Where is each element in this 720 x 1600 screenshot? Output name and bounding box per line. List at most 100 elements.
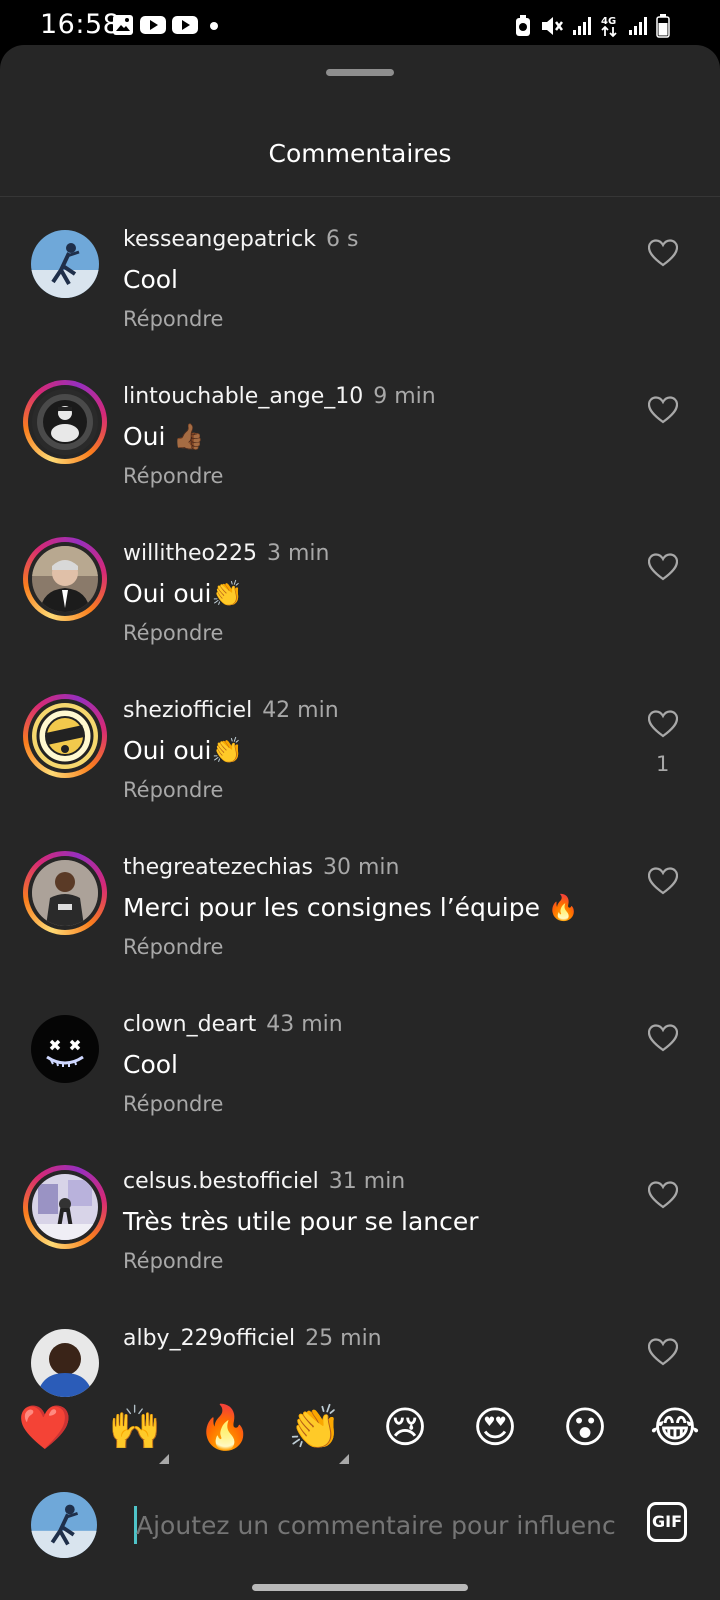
comment-time: 43 min [266, 1012, 343, 1037]
avatar [32, 546, 98, 612]
battery-saver-icon [516, 15, 530, 36]
avatar [32, 1174, 98, 1240]
emoji-surprised[interactable]: 😮 [557, 1400, 613, 1456]
comment-username[interactable]: kesseangepatrick 6 s [123, 227, 358, 252]
reply-button[interactable]: Répondre [123, 778, 223, 802]
reply-button[interactable]: Répondre [123, 621, 223, 645]
comment-username[interactable]: clown_deart 43 min [123, 1012, 343, 1037]
emoji-heart-eyes[interactable]: 😍 [467, 1400, 523, 1456]
username[interactable]: kesseangepatrick [123, 227, 316, 252]
avatar-story-ring[interactable] [23, 851, 107, 935]
sheet-title: Commentaires [268, 139, 452, 168]
svg-text:4G: 4G [601, 16, 616, 27]
comment-username[interactable]: willitheo225 3 min [123, 541, 329, 566]
comments-sheet: Commentaires kesseangepatrick 6 s Cool Ré… [0, 45, 720, 1600]
comment-composer: GIF [0, 1474, 720, 1574]
emoji-quick-bar: ❤️ 🙌 🔥 👏 😢 😍 😮 😂 [0, 1400, 720, 1464]
status-bar: 16:58 4G [0, 0, 720, 48]
emoji-glyph: 👏 [288, 1403, 342, 1453]
comment-time: 6 s [325, 227, 359, 252]
reply-button[interactable]: Répondre [123, 1092, 223, 1116]
avatar-story-ring[interactable] [23, 380, 107, 464]
skin-tone-indicator-icon [159, 1454, 169, 1464]
emoji-crying[interactable]: 😢 [377, 1400, 433, 1456]
comment-username[interactable]: lintouchable_ange_10 9 min [123, 384, 436, 409]
reply-button[interactable]: Répondre [123, 1249, 223, 1273]
heart-icon[interactable] [648, 1338, 678, 1366]
emoji-glyph: 🙌 [108, 1403, 162, 1453]
username[interactable]: willitheo225 [123, 541, 257, 566]
username[interactable]: thegreatezechias [123, 855, 313, 880]
system-icons: 4G [514, 14, 670, 38]
heart-icon[interactable] [648, 239, 678, 267]
comment-input[interactable] [136, 1502, 616, 1548]
4g-icon: 4G [601, 16, 617, 38]
avatar[interactable] [31, 1015, 99, 1083]
avatar[interactable] [31, 230, 99, 298]
reply-button[interactable]: Répondre [123, 464, 223, 488]
comment-username[interactable]: thegreatezechias 30 min [123, 855, 399, 880]
comment-text: Merci pour les consignes l’équipe 🔥 [123, 893, 580, 922]
reply-button[interactable]: Répondre [123, 307, 223, 331]
skin-tone-indicator-icon [339, 1454, 349, 1464]
comment-text: Cool [123, 265, 178, 294]
drag-handle[interactable] [326, 69, 394, 76]
comment-item: sheziofficiel 42 min Oui oui👏 Répondre 1 [0, 668, 720, 828]
avatar-story-ring[interactable] [23, 694, 107, 778]
username[interactable]: lintouchable_ange_10 [123, 384, 363, 409]
emoji-laughing[interactable]: 😂 [647, 1400, 703, 1456]
heart-icon[interactable] [648, 553, 678, 581]
comment-list[interactable]: kesseangepatrick 6 s Cool Répondre lintou… [0, 197, 720, 1425]
signal-icon [629, 17, 647, 35]
comment-item: clown_deart 43 min Cool Répondre [0, 982, 720, 1142]
avatar [32, 703, 98, 769]
heart-icon[interactable] [648, 867, 678, 895]
emoji-heart[interactable]: ❤️ [17, 1400, 73, 1456]
gesture-nav-handle[interactable] [252, 1584, 468, 1591]
comment-text: Oui 👍🏾 [123, 422, 205, 451]
comment-username[interactable]: celsus.bestofficiel 31 min [123, 1169, 405, 1194]
avatar[interactable] [31, 1329, 99, 1397]
comment-text: Très très utile pour se lancer [123, 1207, 479, 1236]
comment-item: thegreatezechias 30 min Merci pour les co… [0, 825, 720, 985]
gallery-icon [113, 15, 133, 35]
comment-username[interactable]: alby_229officiel 25 min [123, 1326, 382, 1351]
heart-icon[interactable] [648, 1024, 678, 1052]
avatar [31, 1492, 97, 1558]
heart-icon[interactable] [648, 710, 678, 738]
gif-button[interactable]: GIF [647, 1502, 687, 1542]
username[interactable]: clown_deart [123, 1012, 256, 1037]
comment-item: celsus.bestofficiel 31 min Très très util… [0, 1139, 720, 1299]
comment-time: 9 min [373, 384, 436, 409]
heart-icon[interactable] [648, 396, 678, 424]
dot-icon [210, 22, 218, 30]
avatar [32, 860, 98, 926]
username[interactable]: celsus.bestofficiel [123, 1169, 319, 1194]
status-time: 16:58 [40, 9, 121, 40]
comment-time: 31 min [328, 1169, 406, 1194]
youtube-icon [140, 16, 166, 34]
comment-time: 42 min [262, 698, 339, 723]
comment-text: Oui oui👏 [123, 579, 243, 608]
comment-item: kesseangepatrick 6 s Cool Répondre [0, 197, 720, 357]
comment-time: 30 min [323, 855, 400, 880]
emoji-fire[interactable]: 🔥 [197, 1400, 253, 1456]
comment-item: lintouchable_ange_10 9 min Oui 👍🏾 Répondr… [0, 354, 720, 514]
heart-icon[interactable] [648, 1181, 678, 1209]
battery-icon [656, 14, 670, 38]
comment-item: willitheo225 3 min Oui oui👏 Répondre [0, 511, 720, 671]
avatar-story-ring[interactable] [23, 1165, 107, 1249]
reply-button[interactable]: Répondre [123, 935, 223, 959]
comment-time: 25 min [305, 1326, 382, 1351]
signal-icon [573, 17, 591, 35]
notification-icons [112, 14, 222, 36]
avatar-story-ring[interactable] [23, 537, 107, 621]
username[interactable]: sheziofficiel [123, 698, 252, 723]
emoji-raised-hands[interactable]: 🙌 [107, 1400, 169, 1464]
comment-time: 3 min [267, 541, 330, 566]
youtube-icon [172, 16, 198, 34]
username[interactable]: alby_229officiel [123, 1326, 295, 1351]
like-count[interactable]: 1 [656, 752, 669, 776]
comment-username[interactable]: sheziofficiel 42 min [123, 698, 339, 723]
emoji-clapping[interactable]: 👏 [287, 1400, 349, 1464]
